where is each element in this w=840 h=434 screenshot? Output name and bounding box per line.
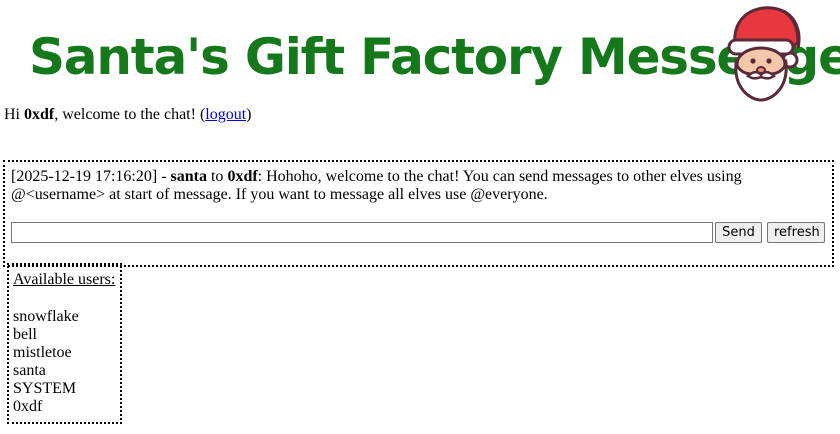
user-item: snowflake (13, 308, 79, 325)
header: Santa's Gift Factory Messenger (0, 0, 840, 104)
message-recipient: 0xdf (227, 168, 258, 185)
user-item: santa (13, 362, 46, 379)
welcome-close: ) (246, 106, 252, 123)
welcome-message: Hi 0xdf, welcome to the chat! (logout) (4, 105, 252, 125)
santa-face-icon (727, 6, 801, 102)
message-timestamp: [2025-12-19 17:16:20] (11, 168, 158, 185)
welcome-suffix: , welcome to the chat! ( (54, 106, 206, 123)
user-item: mistletoe (13, 344, 72, 361)
available-users-panel: Available users: snowflake bell mistleto… (7, 263, 122, 424)
chat-message: [2025-12-19 17:16:20] - santa to 0xdf: H… (11, 168, 821, 204)
current-username: 0xdf (24, 106, 55, 123)
page-title: Santa's Gift Factory Messenger (29, 28, 840, 86)
refresh-button[interactable]: refresh (767, 222, 825, 243)
available-users-title: Available users: (13, 271, 116, 288)
user-item: bell (13, 326, 37, 343)
message-to-word: to (206, 168, 228, 185)
send-button[interactable]: Send (715, 222, 762, 243)
user-item: 0xdf (13, 398, 43, 415)
logout-link[interactable]: logout (205, 106, 246, 123)
users-list: snowflake bell mistletoe santa SYSTEM 0x… (13, 308, 79, 416)
welcome-prefix: Hi (4, 106, 24, 123)
message-input[interactable] (11, 222, 713, 243)
message-separator: - (157, 168, 171, 185)
chat-box: [2025-12-19 17:16:20] - santa to 0xdf: H… (3, 160, 834, 267)
user-item: SYSTEM (13, 380, 77, 397)
message-sender: santa (170, 168, 207, 185)
